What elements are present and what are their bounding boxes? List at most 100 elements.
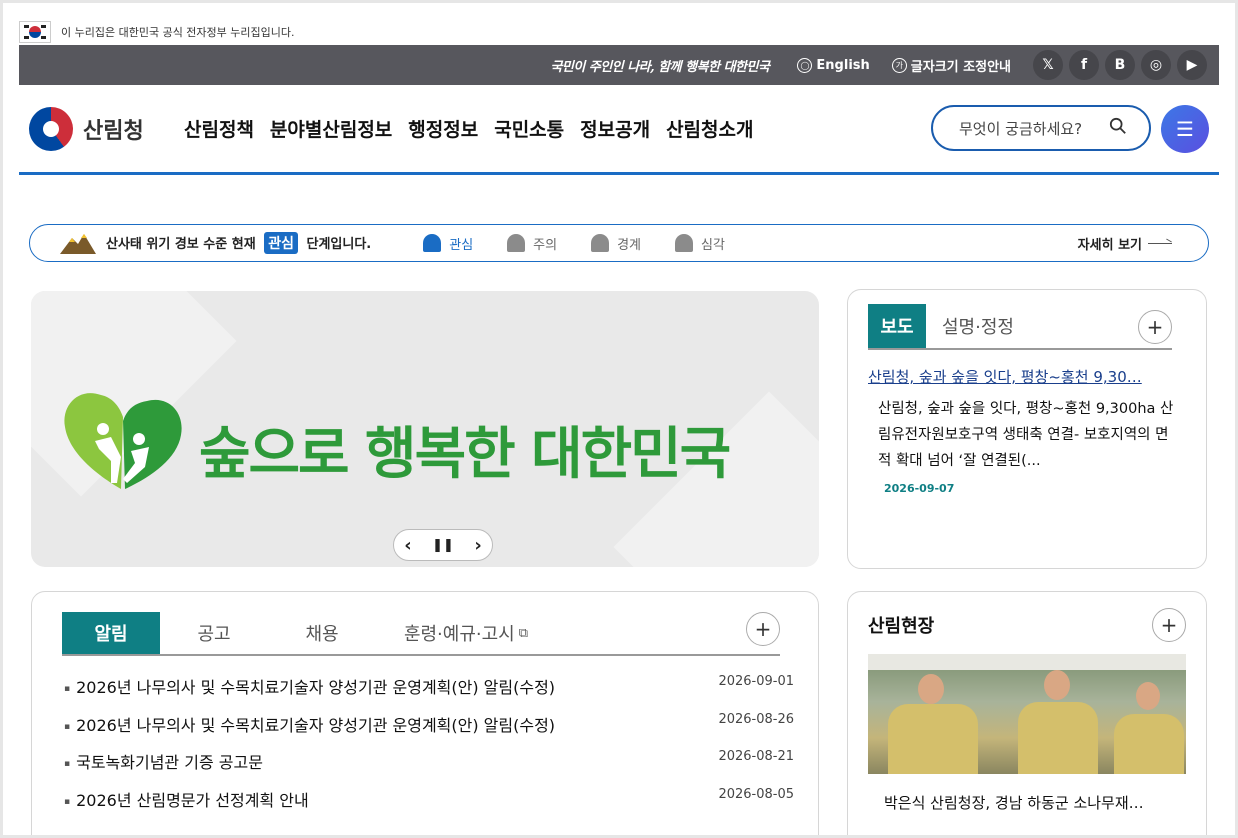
nav-admin-info[interactable]: 행정정보 <box>408 115 478 142</box>
photo-head <box>1044 670 1070 700</box>
level-alert: 경계 <box>591 234 641 253</box>
level-serious: 심각 <box>675 234 725 253</box>
list-item[interactable]: 2026년 나무의사 및 수목치료기술자 양성기관 운영계획(안) 알림(수정)… <box>64 674 794 712</box>
taeguk-logo-icon <box>29 107 73 151</box>
notice-title: 2026년 산림명문가 선정계획 안내 <box>64 787 309 825</box>
level-label: 주의 <box>533 237 558 253</box>
alert-more-label: 자세히 보기 <box>1077 237 1142 253</box>
tab-press[interactable]: 보도 <box>868 304 926 348</box>
nav-forest-policy[interactable]: 산림정책 <box>184 115 254 142</box>
external-link-icon: ⧉ <box>518 625 529 641</box>
alert-levels: 관심 주의 경계 심각 <box>423 234 725 253</box>
site-more-button[interactable]: + <box>1152 608 1186 642</box>
notice-title: 2026년 나무의사 및 수목치료기술자 양성기관 운영계획(안) 알림(수정) <box>64 712 555 750</box>
blog-icon[interactable]: B <box>1105 50 1135 80</box>
slogan: 국민이 주인인 나라, 함께 행복한 대한민국 <box>550 59 770 75</box>
tab-notice[interactable]: 알림 <box>62 612 160 654</box>
alert-more-link[interactable]: 자세히 보기 <box>1078 234 1172 253</box>
nav-about[interactable]: 산림청소개 <box>666 115 753 142</box>
notice-date: 2026-08-26 <box>718 711 794 727</box>
globe-icon: ◯ <box>797 57 813 73</box>
siren-icon <box>675 234 694 252</box>
korean-flag-icon <box>19 21 51 43</box>
gov-banner: 이 누리집은 대한민국 공식 전자정부 누리집입니다. <box>19 19 295 45</box>
notice-date: 2026-08-05 <box>718 786 794 802</box>
slider-controls: ‹ ❚❚ › <box>393 529 493 561</box>
notice-list: 2026년 나무의사 및 수목치료기술자 양성기관 운영계획(안) 알림(수정)… <box>64 674 794 825</box>
site-caption[interactable]: 박은식 산림청장, 경남 하동군 소나무재… <box>884 792 1174 813</box>
photo-head <box>918 674 944 704</box>
fontsize-label: 글자크기 조정안내 <box>910 59 1011 75</box>
site-photo[interactable] <box>868 654 1186 774</box>
siren-icon <box>507 234 526 252</box>
x-icon[interactable]: 𝕏 <box>1033 50 1063 80</box>
all-menu-button[interactable]: ☰ <box>1161 105 1209 153</box>
notice-more-button[interactable]: + <box>746 612 780 646</box>
english-link[interactable]: ◯ English <box>797 57 870 73</box>
search-icon[interactable] <box>1109 117 1127 135</box>
notice-title: 국토녹화기념관 기증 공고문 <box>64 749 263 787</box>
photo-person <box>1114 714 1184 774</box>
prev-slide-button[interactable]: ‹ <box>404 535 411 556</box>
tab-announcement[interactable]: 공고 <box>160 612 268 654</box>
press-release-panel: 보도 설명·정정 + 산림청, 숲과 숲을 잇다, 평창~홍천 9,30… 산림… <box>847 289 1207 569</box>
page-frame: 이 누리집은 대한민국 공식 전자정부 누리집입니다. 국민이 주인인 나라, … <box>3 3 1235 835</box>
search-placeholder: 무엇이 궁금하세요? <box>959 119 1083 138</box>
site-header: 산림청 산림정책 분야별산림정보 행정정보 국민소통 정보공개 산림청소개 무엇… <box>19 85 1219 175</box>
notice-date: 2026-08-21 <box>718 749 794 764</box>
arrow-right-icon <box>1148 242 1172 244</box>
nav-forest-info[interactable]: 분야별산림정보 <box>270 115 392 142</box>
search-input[interactable]: 무엇이 궁금하세요? <box>931 105 1151 151</box>
siren-icon <box>591 234 610 252</box>
notice-panel: 알림 공고 채용 훈령·예규·고시 ⧉ + 2026년 나무의사 및 수목치료기… <box>31 591 819 835</box>
photo-person <box>1018 702 1098 774</box>
utility-bar: 국민이 주인인 나라, 함께 행복한 대한민국 ◯ English 가 글자크기… <box>19 45 1219 85</box>
level-interest: 관심 <box>423 234 473 253</box>
photo-person <box>888 704 978 774</box>
alert-text: 산사태 위기 경보 수준 현재 관심 단계입니다. <box>106 232 371 254</box>
tent-canopy <box>868 654 1186 670</box>
siren-icon <box>423 234 442 252</box>
photo-head <box>1136 682 1160 710</box>
list-item[interactable]: 국토녹화기념관 기증 공고문 2026-08-21 <box>64 749 794 787</box>
logo-text: 산림청 <box>83 119 144 144</box>
sns-links: 𝕏 f B ◎ ▶ <box>1033 50 1207 80</box>
nav-communication[interactable]: 국민소통 <box>494 115 564 142</box>
mountain-icon <box>60 234 96 254</box>
alert-text-before: 산사태 위기 경보 수준 현재 <box>106 237 256 252</box>
list-item[interactable]: 2026년 산림명문가 선정계획 안내 2026-08-05 <box>64 787 794 825</box>
youtube-icon[interactable]: ▶ <box>1177 50 1207 80</box>
tab-recruitment[interactable]: 채용 <box>268 612 376 654</box>
logo[interactable]: 산림청 <box>29 107 144 151</box>
english-label: English <box>816 57 870 73</box>
forest-heart-logo-icon <box>64 393 182 489</box>
level-caution: 주의 <box>507 234 557 253</box>
hero-slogan: 숲으로 행복한 대한민국 <box>199 422 731 487</box>
level-label: 심각 <box>701 237 725 253</box>
press-date: 2026-09-07 <box>884 482 955 495</box>
alert-current-level: 관심 <box>264 232 298 254</box>
next-slide-button[interactable]: › <box>474 535 481 556</box>
fontsize-guide-link[interactable]: 가 글자크기 조정안내 <box>891 56 1011 75</box>
list-item[interactable]: 2026년 나무의사 및 수목치료기술자 양성기관 운영계획(안) 알림(수정)… <box>64 712 794 750</box>
tab-regulations-label: 훈령·예규·고시 <box>403 624 515 645</box>
level-label: 관심 <box>449 237 474 253</box>
notice-tabs: 알림 공고 채용 훈령·예규·고시 ⧉ <box>62 612 780 656</box>
tab-clarification[interactable]: 설명·정정 <box>942 304 1014 348</box>
landslide-alert-bar: 산사태 위기 경보 수준 현재 관심 단계입니다. 관심 주의 경계 심각 자세… <box>29 224 1209 262</box>
hero-banner[interactable]: 숲으로 행복한 대한민국 ‹ ❚❚ › <box>31 291 819 567</box>
nav-info-disclosure[interactable]: 정보공개 <box>580 115 650 142</box>
main-nav: 산림정책 분야별산림정보 행정정보 국민소통 정보공개 산림청소개 <box>184 115 753 142</box>
notice-title: 2026년 나무의사 및 수목치료기술자 양성기관 운영계획(안) 알림(수정) <box>64 674 555 712</box>
tab-regulations[interactable]: 훈령·예규·고시 ⧉ <box>376 612 556 654</box>
press-summary[interactable]: 산림청, 숲과 숲을 잇다, 평창~홍천 9,300ha 산림유전자원보호구역 … <box>878 396 1178 474</box>
gov-banner-text: 이 누리집은 대한민국 공식 전자정부 누리집입니다. <box>61 26 295 39</box>
menu-icon: ☰ <box>1176 117 1194 141</box>
facebook-icon[interactable]: f <box>1069 50 1099 80</box>
level-label: 경계 <box>617 237 642 253</box>
press-tabs: 보도 설명·정정 <box>868 304 1172 350</box>
press-headline-link[interactable]: 산림청, 숲과 숲을 잇다, 평창~홍천 9,30… <box>868 366 1168 387</box>
press-more-button[interactable]: + <box>1138 310 1172 344</box>
instagram-icon[interactable]: ◎ <box>1141 50 1171 80</box>
pause-button[interactable]: ❚❚ <box>432 538 454 553</box>
